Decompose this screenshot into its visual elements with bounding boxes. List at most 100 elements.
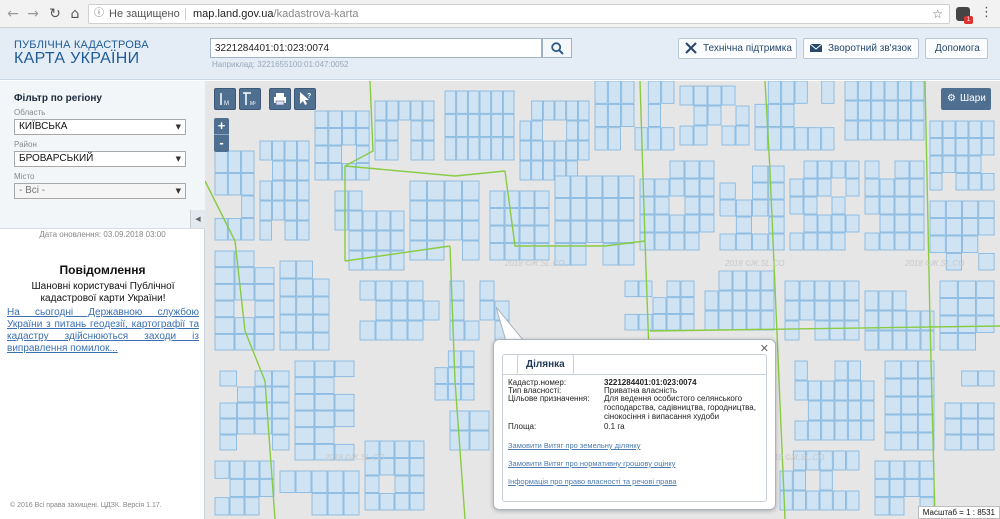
- land-parcel[interactable]: [542, 160, 555, 181]
- land-parcel[interactable]: [735, 105, 750, 126]
- land-parcel[interactable]: [909, 232, 925, 251]
- land-parcel[interactable]: [789, 178, 804, 197]
- land-parcel[interactable]: [669, 160, 685, 179]
- land-parcel[interactable]: [684, 178, 700, 197]
- land-parcel[interactable]: [272, 434, 290, 451]
- land-parcel[interactable]: [297, 180, 310, 201]
- land-parcel[interactable]: [362, 230, 377, 251]
- land-parcel[interactable]: [519, 225, 535, 243]
- land-parcel[interactable]: [407, 300, 424, 321]
- land-parcel[interactable]: [427, 200, 445, 221]
- land-parcel[interactable]: [374, 140, 387, 161]
- land-parcel[interactable]: [314, 163, 329, 181]
- back-arrow-icon[interactable]: ←: [4, 5, 22, 23]
- land-parcel[interactable]: [666, 280, 681, 298]
- measure-length-button[interactable]: M: [214, 88, 236, 110]
- support-button[interactable]: Технічна підтримка: [678, 38, 797, 59]
- land-parcel[interactable]: [237, 402, 255, 419]
- land-parcel[interactable]: [647, 81, 661, 104]
- land-parcel[interactable]: [444, 180, 462, 201]
- land-parcel[interactable]: [929, 138, 943, 156]
- land-parcel[interactable]: [760, 310, 775, 331]
- land-parcel[interactable]: [789, 232, 804, 251]
- land-parcel[interactable]: [296, 332, 313, 351]
- land-parcel[interactable]: [254, 386, 272, 403]
- land-parcel[interactable]: [981, 173, 995, 191]
- land-parcel[interactable]: [814, 320, 830, 341]
- land-parcel[interactable]: [444, 137, 457, 161]
- land-parcel[interactable]: [693, 125, 708, 146]
- land-parcel[interactable]: [254, 317, 275, 334]
- land-parcel[interactable]: [831, 160, 846, 179]
- land-parcel[interactable]: [462, 220, 480, 241]
- land-parcel[interactable]: [878, 330, 893, 351]
- land-parcel[interactable]: [390, 230, 405, 251]
- land-parcel[interactable]: [939, 315, 958, 333]
- land-parcel[interactable]: [911, 120, 925, 141]
- land-parcel[interactable]: [752, 199, 769, 217]
- land-parcel[interactable]: [327, 470, 344, 493]
- land-parcel[interactable]: [831, 196, 846, 215]
- land-parcel[interactable]: [847, 400, 861, 421]
- extension-icon[interactable]: 1: [956, 7, 973, 24]
- land-parcel[interactable]: [981, 120, 995, 138]
- land-parcel[interactable]: [962, 235, 979, 253]
- land-parcel[interactable]: [342, 128, 356, 146]
- land-parcel[interactable]: [314, 410, 335, 428]
- land-parcel[interactable]: [279, 296, 297, 315]
- land-parcel[interactable]: [961, 434, 978, 451]
- zoom-in-button[interactable]: +: [214, 118, 229, 135]
- land-parcel[interactable]: [577, 120, 590, 141]
- land-parcel[interactable]: [407, 320, 424, 341]
- land-parcel[interactable]: [409, 475, 425, 493]
- land-parcel[interactable]: [803, 160, 818, 179]
- land-parcel[interactable]: [456, 137, 468, 161]
- land-parcel[interactable]: [227, 218, 241, 241]
- land-parcel[interactable]: [314, 377, 335, 394]
- land-parcel[interactable]: [241, 218, 255, 241]
- notice-link[interactable]: На сьогодні Державною службою України з …: [7, 307, 199, 355]
- land-parcel[interactable]: [961, 370, 978, 387]
- land-parcel[interactable]: [519, 208, 535, 226]
- land-parcel[interactable]: [884, 120, 898, 141]
- land-parcel[interactable]: [699, 160, 715, 179]
- measure-area-button[interactable]: M²: [239, 88, 261, 110]
- land-parcel[interactable]: [897, 120, 911, 141]
- land-parcel[interactable]: [355, 110, 370, 128]
- land-parcel[interactable]: [602, 243, 619, 266]
- land-parcel[interactable]: [957, 280, 976, 298]
- land-parcel[interactable]: [929, 200, 946, 218]
- zoom-out-button[interactable]: -: [214, 135, 229, 152]
- land-parcel[interactable]: [679, 125, 694, 146]
- land-parcel[interactable]: [704, 290, 719, 311]
- ownership-info-link[interactable]: Інформація про право власності та речові…: [508, 477, 677, 486]
- land-parcel[interactable]: [607, 127, 621, 151]
- land-parcel[interactable]: [834, 400, 848, 421]
- land-parcel[interactable]: [241, 173, 255, 196]
- land-parcel[interactable]: [654, 196, 670, 215]
- land-parcel[interactable]: [227, 173, 241, 196]
- land-parcel[interactable]: [976, 280, 995, 298]
- land-parcel[interactable]: [534, 190, 550, 208]
- land-parcel[interactable]: [976, 298, 995, 316]
- land-parcel[interactable]: [489, 190, 505, 208]
- land-parcel[interactable]: [343, 493, 360, 516]
- land-parcel[interactable]: [735, 199, 752, 217]
- land-parcel[interactable]: [871, 100, 885, 121]
- land-parcel[interactable]: [602, 198, 619, 221]
- land-parcel[interactable]: [821, 127, 835, 151]
- land-parcel[interactable]: [259, 220, 272, 241]
- land-parcel[interactable]: [794, 420, 808, 441]
- land-parcel[interactable]: [884, 414, 902, 433]
- land-parcel[interactable]: [272, 370, 290, 387]
- land-parcel[interactable]: [219, 402, 237, 419]
- land-parcel[interactable]: [760, 270, 775, 291]
- land-parcel[interactable]: [814, 280, 830, 301]
- land-parcel[interactable]: [444, 113, 457, 137]
- land-parcel[interactable]: [834, 380, 848, 401]
- land-parcel[interactable]: [978, 218, 995, 236]
- land-parcel[interactable]: [768, 216, 785, 234]
- land-parcel[interactable]: [909, 178, 925, 197]
- land-parcel[interactable]: [502, 113, 515, 137]
- land-parcel[interactable]: [427, 220, 445, 241]
